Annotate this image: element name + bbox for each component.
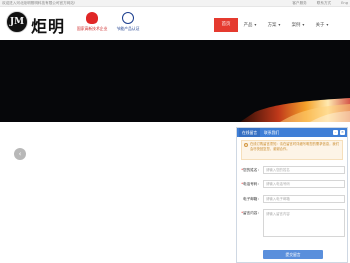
email-label: 电子邮箱： [243,197,261,201]
phone-label: *电话号码： [241,182,261,186]
nav-about[interactable]: 关于 ▾ [310,18,334,32]
message-textarea[interactable]: 请输入留言内容 [263,209,345,237]
name-label: *您的姓名： [241,168,261,172]
tab-contact-us[interactable]: 联系我们 [261,128,282,137]
logo-mark: JM [6,11,28,33]
site-logo[interactable]: JM 炬明 [6,11,68,37]
chevron-down-icon: ▾ [326,22,329,27]
nav-cases[interactable]: 案例 ▾ [286,18,310,32]
tab-online-message[interactable]: 在线留言 [239,128,261,137]
carousel-prev-button[interactable]: ‹ [14,148,26,160]
name-input[interactable]: 请输入您的姓名 [263,166,345,174]
top-link-service[interactable]: 客户服务 [292,0,306,7]
energy-cert-badge: 节能产品认证 [113,12,143,36]
top-utility-bar: 欢迎进入河北炬明照明科技有限公司官方网站! 客户服务 联系方式 Eng [0,0,350,7]
main-nav: 首页 产品 ▾ 方案 ▾ 案例 ▾ 关于 ▾ [214,18,334,32]
cert-seal-icon [122,12,134,24]
close-icon[interactable]: × [340,130,345,135]
panel-window-controls: – × [333,130,345,135]
hero-light-glow [240,98,350,122]
form-notice: ! 在线订购留言须知：请在留言时详细写明您的需求信息，我们会尽快回复您，谢谢合作… [241,140,343,160]
message-label: *留言内容： [241,211,261,215]
submit-message-button[interactable]: 提交留言 [263,250,323,259]
chevron-down-icon: ▾ [254,22,257,27]
top-link-contact[interactable]: 联系方式 [317,0,331,7]
message-form-panel: 在线留言 联系我们 – × ! 在线订购留言须知：请在留言时详细写明您的需求信息… [236,127,348,263]
energy-cert-label: 节能产品认证 [116,26,140,31]
welcome-text: 欢迎进入河北炬明照明科技有限公司官方网站! [2,1,76,5]
logo-text: 炬明 [31,17,66,36]
top-link-english[interactable]: Eng [341,0,348,7]
chevron-down-icon: ▾ [302,22,305,27]
panel-header: 在线留言 联系我们 – × [237,128,347,137]
nav-products[interactable]: 产品 ▾ [238,18,262,32]
hightech-badge-label: 国家高新技术企业 [77,26,108,31]
phone-input[interactable]: 请输入电话号码 [263,180,345,188]
top-links: 客户服务 联系方式 Eng [292,0,348,7]
minimize-icon[interactable]: – [333,130,338,135]
chevron-down-icon: ▾ [278,22,281,27]
notice-text: 在线订购留言须知：请在留言时详细写明您的需求信息，我们会尽快回复您，谢谢合作。 [250,142,340,151]
flame-emblem-icon [86,12,98,24]
nav-solutions[interactable]: 方案 ▾ [262,18,286,32]
hero-banner [0,40,350,122]
hightech-badge: 国家高新技术企业 [77,12,107,36]
info-icon: ! [244,143,248,147]
site-header: JM 炬明 国家高新技术企业 节能产品认证 首页 产品 ▾ 方案 ▾ 案例 ▾ 关于 ▾ [0,8,350,38]
email-input[interactable]: 请输入电子邮箱 [263,195,345,203]
nav-home[interactable]: 首页 [214,18,238,32]
